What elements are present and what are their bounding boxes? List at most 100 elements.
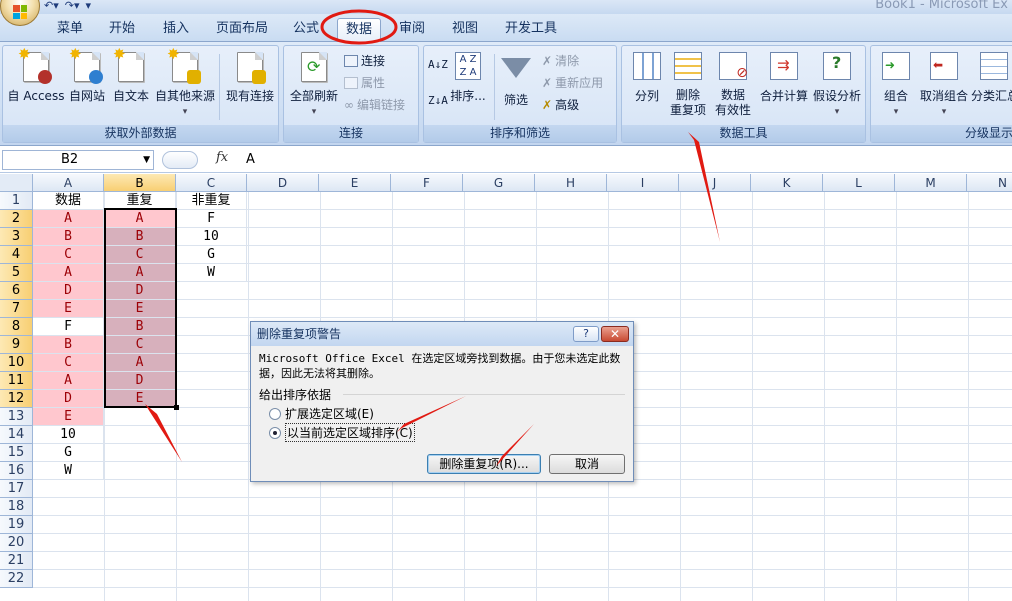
edit-links-button[interactable]: ∞ 编辑链接 <box>344 96 405 113</box>
remove-duplicates-confirm-button[interactable]: 删除重复项(R)... <box>427 454 541 474</box>
from-web-button[interactable]: ✸ 自网站 <box>65 47 109 104</box>
cell-A3[interactable]: B <box>33 228 104 246</box>
row-header-4[interactable]: 4 <box>0 246 33 264</box>
row-header-8[interactable]: 8 <box>0 318 33 336</box>
cell-B7[interactable]: E <box>104 300 176 318</box>
remove-duplicates-button[interactable]: 删除 重复项 <box>668 52 708 118</box>
row-header-18[interactable]: 18 <box>0 498 33 516</box>
text-to-columns-button[interactable]: 分列 <box>626 52 668 104</box>
tab-review[interactable]: 审阅 <box>392 18 432 42</box>
select-all-corner[interactable] <box>0 174 33 192</box>
column-header-N[interactable]: N <box>967 174 1012 192</box>
cell-A6[interactable]: D <box>33 282 104 300</box>
row-header-9[interactable]: 9 <box>0 336 33 354</box>
cell-A4[interactable]: C <box>33 246 104 264</box>
from-access-button[interactable]: ✸ 自 Access <box>7 47 65 104</box>
column-header-B[interactable]: B <box>104 174 176 192</box>
column-header-A[interactable]: A <box>33 174 104 192</box>
customize-qat-icon[interactable]: ▾ <box>86 0 92 12</box>
properties-button[interactable]: 属性 <box>344 74 385 91</box>
sort-descending-button[interactable]: Z↓A <box>428 95 448 106</box>
name-box[interactable]: B2 ▼ <box>2 150 154 170</box>
existing-connections-button[interactable]: 现有连接 <box>223 52 277 104</box>
cell-B11[interactable]: D <box>104 372 176 390</box>
cell-A2[interactable]: A <box>33 210 104 228</box>
cell-A12[interactable]: D <box>33 390 104 408</box>
column-header-M[interactable]: M <box>895 174 967 192</box>
consolidate-button[interactable]: ⇉ 合并计算 <box>758 52 810 104</box>
cell-C3[interactable]: 10 <box>176 228 247 246</box>
row-header-10[interactable]: 10 <box>0 354 33 372</box>
group-button[interactable]: ➜ 组合 ▾ <box>875 52 917 120</box>
cancel-button[interactable]: 取消 <box>549 454 625 474</box>
cell-A13[interactable]: E <box>33 408 104 426</box>
row-header-16[interactable]: 16 <box>0 462 33 480</box>
help-button[interactable]: ? <box>573 326 599 342</box>
row-header-17[interactable]: 17 <box>0 480 33 498</box>
row-header-11[interactable]: 11 <box>0 372 33 390</box>
column-header-L[interactable]: L <box>823 174 895 192</box>
cell-A7[interactable]: E <box>33 300 104 318</box>
cell-A11[interactable]: A <box>33 372 104 390</box>
cell-C5[interactable]: W <box>176 264 247 282</box>
cell-A5[interactable]: A <box>33 264 104 282</box>
cell-B4[interactable]: C <box>104 246 176 264</box>
row-header-21[interactable]: 21 <box>0 552 33 570</box>
cell-C2[interactable]: F <box>176 210 247 228</box>
formula-input[interactable]: A <box>246 152 255 167</box>
tab-developer[interactable]: 开发工具 <box>500 18 562 42</box>
row-header-22[interactable]: 22 <box>0 570 33 588</box>
quick-access-toolbar[interactable]: ↶▾ ↷▾ ▾ <box>44 0 91 12</box>
column-header-K[interactable]: K <box>751 174 823 192</box>
column-header-J[interactable]: J <box>679 174 751 192</box>
row-header-20[interactable]: 20 <box>0 534 33 552</box>
cell-B3[interactable]: B <box>104 228 176 246</box>
cell-B2[interactable]: A <box>104 210 176 228</box>
clear-button[interactable]: ✗ 清除 <box>542 52 579 69</box>
ungroup-button[interactable]: ⬅ 取消组合 ▾ <box>917 52 971 120</box>
radio-icon[interactable] <box>269 407 281 420</box>
row-header-15[interactable]: 15 <box>0 444 33 462</box>
row-header-2[interactable]: 2 <box>0 210 33 228</box>
cell-A16[interactable]: W <box>33 462 104 480</box>
subtotal-button[interactable]: 分类汇总 <box>971 52 1012 104</box>
column-header-I[interactable]: I <box>607 174 679 192</box>
cell-A8[interactable]: F <box>33 318 104 336</box>
row-header-5[interactable]: 5 <box>0 264 33 282</box>
reapply-button[interactable]: ✗ 重新应用 <box>542 74 603 91</box>
refresh-all-button[interactable]: ⟳ 全部刷新 ▾ <box>288 52 340 120</box>
cell-B1[interactable]: 重复 <box>104 192 176 210</box>
tab-page-layout[interactable]: 页面布局 <box>210 18 274 42</box>
insert-function-icon[interactable]: fx <box>216 150 228 165</box>
from-other-sources-button[interactable]: ✸ 自其他来源 ▾ <box>153 47 217 120</box>
cell-B9[interactable]: C <box>104 336 176 354</box>
tab-menu[interactable]: 菜单 <box>50 18 90 42</box>
row-header-13[interactable]: 13 <box>0 408 33 426</box>
column-header-E[interactable]: E <box>319 174 391 192</box>
cell-A10[interactable]: C <box>33 354 104 372</box>
row-header-14[interactable]: 14 <box>0 426 33 444</box>
data-validation-button[interactable]: ⊘ 数据 有效性 <box>710 52 756 118</box>
sort-button[interactable]: A ZZ A 排序... <box>450 52 486 104</box>
tab-view[interactable]: 视图 <box>445 18 485 42</box>
row-header-12[interactable]: 12 <box>0 390 33 408</box>
chevron-down-icon[interactable]: ▼ <box>143 151 150 169</box>
row-header-19[interactable]: 19 <box>0 516 33 534</box>
cell-A9[interactable]: B <box>33 336 104 354</box>
what-if-analysis-button[interactable]: ? 假设分析 ▾ <box>810 52 864 120</box>
cell-C1[interactable]: 非重复 <box>176 192 247 210</box>
column-header-C[interactable]: C <box>176 174 247 192</box>
tab-formulas[interactable]: 公式 <box>286 18 326 42</box>
column-header-F[interactable]: F <box>391 174 463 192</box>
cell-C4[interactable]: G <box>176 246 247 264</box>
cell-B5[interactable]: A <box>104 264 176 282</box>
column-header-D[interactable]: D <box>247 174 319 192</box>
connections-button[interactable]: 连接 <box>344 52 385 69</box>
row-header-7[interactable]: 7 <box>0 300 33 318</box>
redo-icon[interactable]: ↷▾ <box>65 0 80 12</box>
tab-insert[interactable]: 插入 <box>156 18 196 42</box>
column-header-H[interactable]: H <box>535 174 607 192</box>
cell-A15[interactable]: G <box>33 444 104 462</box>
close-button[interactable]: ✕ <box>601 326 629 342</box>
cell-B10[interactable]: A <box>104 354 176 372</box>
